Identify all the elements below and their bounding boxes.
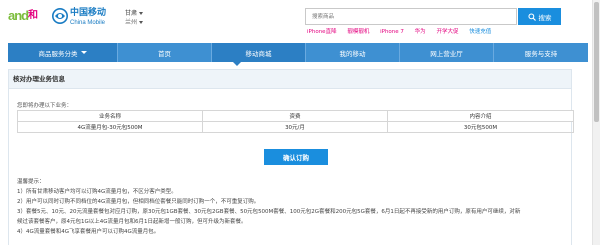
order-prompt: 您即将办理以下业务：: [17, 103, 73, 109]
china-mobile-logo[interactable]: 中国移动 China Mobile: [52, 7, 116, 29]
nav-item-mall[interactable]: 移动商城: [212, 43, 306, 62]
main-nav: 商品服务分类 首页 移动商城 我的移动 网上营业厅 服务与支持: [8, 43, 588, 62]
province-label: 甘肃: [125, 10, 138, 17]
search-input[interactable]: [306, 9, 516, 24]
table-cell: 30元包500M: [387, 121, 574, 133]
scrollbar-thumb[interactable]: [594, 2, 599, 122]
china-mobile-logo-icon: [52, 8, 68, 24]
nav-item-label: 服务与支持: [524, 49, 558, 58]
hot-word-link[interactable]: 快速充值: [469, 29, 491, 35]
hot-word-link[interactable]: 开学大促: [436, 29, 458, 35]
table-row: 4G流量月包-30元包500M 30元/月 30元包500M: [17, 121, 574, 133]
brand-name-en: China Mobile: [70, 20, 106, 26]
table-cell: 30元/月: [202, 121, 388, 133]
and-logo-text: and: [8, 8, 29, 23]
business-table: 业务名称 资费 内容介绍 4G流量月包-30元包500M 30元/月 30元包5…: [17, 110, 574, 133]
nav-item-label: 网上营业厅: [430, 49, 463, 58]
hot-search-words: iPhone直降 靓模靓机 iPhone 7 华为 开学大促 快速充值: [307, 28, 500, 36]
site-header: and 和 中国移动 China Mobile 甘肃 兰州 搜索 iPhone直…: [0, 0, 600, 42]
nav-item-online-hall[interactable]: 网上营业厅: [400, 43, 494, 62]
tip-line: 候过该套餐客户，原4元包1G以上4G流量月包和6月1日起新增一般订购，但可升级为…: [17, 219, 247, 225]
tip-line: 3）套餐5元、10元、20元流量套餐包对应月订购，原30元包1GB套餐、30元包…: [17, 209, 521, 215]
confirm-order-button[interactable]: 确认订购: [264, 149, 328, 165]
search-button-label: 搜索: [538, 13, 552, 22]
and-logo-char: 和: [28, 10, 38, 21]
panel-title: 核对办理业务信息: [9, 70, 571, 89]
tips-section: 温馨提示： 1）所有甘肃移动客户均可以订购4G流量月包，不区分客户类型。 2）用…: [17, 177, 573, 237]
search-button[interactable]: 搜索: [518, 8, 561, 25]
chevron-down-icon: [80, 51, 87, 54]
nav-item-label: 商品服务分类: [38, 49, 78, 58]
nav-item-label: 我的移动: [339, 49, 366, 58]
nav-item-label: 移动商城: [245, 49, 272, 58]
brand-name-cn: 中国移动: [70, 8, 107, 18]
nav-item-my-mobile[interactable]: 我的移动: [306, 43, 400, 62]
column-header: 资费: [202, 110, 388, 122]
column-header: 内容介绍: [387, 110, 574, 122]
hot-word-link[interactable]: iPhone 7: [380, 29, 404, 35]
hot-word-link[interactable]: iPhone直降: [307, 29, 337, 35]
search-box: [305, 8, 517, 25]
tip-line: 4）4G流量套餐和4G飞享套餐用户可以订购4G流量月包。: [17, 229, 160, 235]
search-icon: [527, 12, 536, 21]
tip-line: 2）用户可以同时订购不同档位的4G流量月包，但相同档位套餐只能同时订购一个，不可…: [17, 199, 260, 205]
order-confirm-panel: 核对办理业务信息 您即将办理以下业务： 业务名称 资费 内容介绍 4G流量月包-…: [8, 69, 574, 245]
and-logo[interactable]: and 和: [8, 8, 42, 24]
tips-heading: 温馨提示：: [17, 179, 45, 185]
hot-word-link[interactable]: 华为: [415, 29, 426, 35]
nav-item-label: 首页: [158, 49, 171, 58]
region-selector[interactable]: 甘肃 兰州: [125, 9, 144, 27]
tip-line: 1）所有甘肃移动客户均可以订购4G流量月包，不区分客户类型。: [17, 189, 177, 195]
table-cell: 4G流量月包-30元包500M: [17, 121, 203, 133]
page-scrollbar[interactable]: [592, 0, 600, 245]
nav-item-category[interactable]: 商品服务分类: [8, 43, 118, 62]
city-label: 兰州: [125, 19, 138, 26]
active-nav-pointer: [233, 62, 241, 66]
column-header: 业务名称: [17, 110, 203, 122]
nav-item-support[interactable]: 服务与支持: [494, 43, 588, 62]
chevron-down-icon: [139, 12, 144, 15]
table-header-row: 业务名称 资费 内容介绍: [17, 110, 574, 122]
hot-word-link[interactable]: 靓模靓机: [347, 29, 369, 35]
chevron-down-icon: [139, 21, 144, 24]
nav-item-home[interactable]: 首页: [118, 43, 212, 62]
